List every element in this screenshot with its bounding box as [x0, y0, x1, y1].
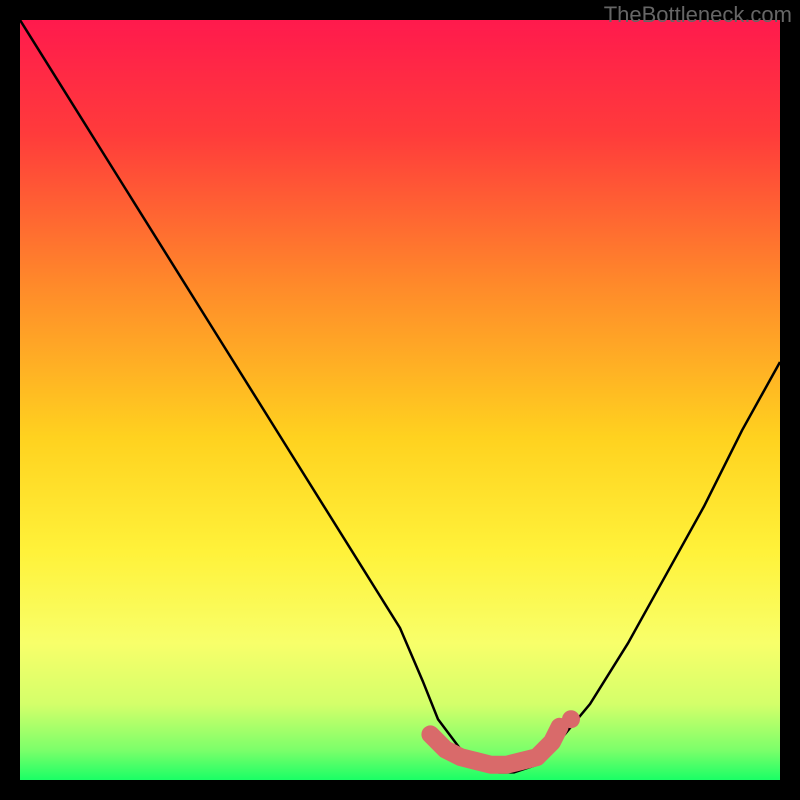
highlight-end-dot: [562, 710, 580, 728]
bottleneck-chart: [20, 20, 780, 780]
chart-frame: TheBottleneck.com: [0, 0, 800, 800]
gradient-background: [20, 20, 780, 780]
watermark-text: TheBottleneck.com: [604, 2, 792, 28]
plot-area: [20, 20, 780, 780]
